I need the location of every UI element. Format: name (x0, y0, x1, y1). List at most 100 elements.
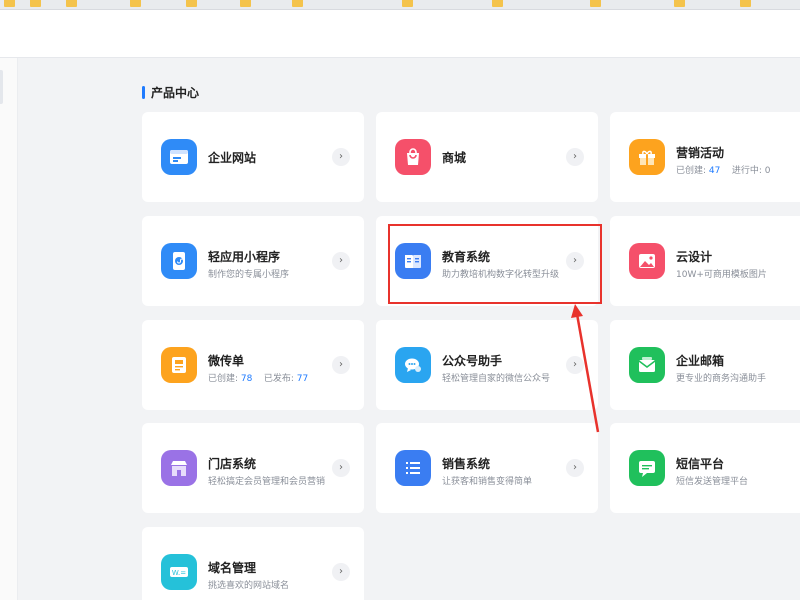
bookmark-item[interactable] (292, 0, 307, 9)
folder-icon (240, 0, 251, 7)
wechat-icon (395, 347, 431, 383)
bookmark-item[interactable] (590, 0, 605, 9)
folder-icon (402, 0, 413, 7)
bookmark-item[interactable] (130, 0, 145, 9)
section-header: 产品中心 (142, 84, 199, 100)
stat-value: 77 (296, 374, 309, 384)
folder-icon (66, 0, 77, 7)
card-stats: 已创建: 47 进行中: 0 (676, 163, 770, 176)
card-arrow-button[interactable]: › (566, 459, 584, 477)
stat-value: 0 (764, 166, 771, 176)
bookmark-item[interactable] (492, 0, 507, 9)
card-stats: 已创建: 78 已发布: 77 (208, 371, 308, 384)
card-title: 微传单 (208, 354, 245, 368)
card-arrow-button[interactable]: › (566, 148, 584, 166)
card-arrow-button[interactable]: › (332, 563, 350, 581)
card-description: 轻松搞定会员管理和会员营销 (208, 477, 326, 487)
card-title: 企业网站 (208, 151, 257, 165)
card-arrow-button[interactable]: › (332, 356, 350, 374)
folder-icon (492, 0, 503, 7)
sms-icon (629, 450, 665, 486)
section-accent-bar (142, 85, 145, 99)
chevron-right-icon: › (339, 566, 343, 577)
product-card-marketing[interactable]: 营销活动 已创建: 47 进行中: 0 › (610, 112, 800, 202)
gift-icon (629, 139, 665, 175)
product-card-cloud-design[interactable]: 云设计 10W+可商用模板图片 › (610, 216, 800, 306)
card-title: 轻应用小程序 (208, 250, 281, 264)
card-description: 轻松管理自家的微信公众号 (442, 374, 551, 384)
section-title: 产品中心 (151, 85, 200, 100)
card-title: 门店系统 (208, 457, 257, 471)
website-icon (161, 139, 197, 175)
card-description: 更专业的商务沟通助手 (676, 374, 767, 384)
product-card-sms[interactable]: 短信平台 短信发送管理平台 › (610, 423, 800, 513)
left-sidebar (0, 58, 18, 600)
sidebar-active-tab[interactable] (0, 70, 3, 104)
product-card-wechat-assistant[interactable]: 公众号助手 轻松管理自家的微信公众号 › (376, 320, 598, 410)
product-card-website[interactable]: 企业网站 › (142, 112, 364, 202)
card-title: 企业邮箱 (676, 354, 725, 368)
folder-icon (590, 0, 601, 7)
stat-label: 已创建: (208, 374, 239, 384)
bookmark-item[interactable] (740, 0, 755, 9)
card-arrow-button[interactable]: › (332, 148, 350, 166)
bookmark-item[interactable] (66, 0, 81, 9)
card-description: 挑选喜欢的网站域名 (208, 581, 290, 591)
chevron-right-icon: › (339, 151, 343, 162)
folder-icon (186, 0, 197, 7)
chevron-right-icon: › (339, 255, 343, 266)
chevron-right-icon: › (573, 359, 577, 370)
card-title: 云设计 (676, 250, 713, 264)
card-title: 短信平台 (676, 457, 725, 471)
folder-icon (4, 0, 15, 7)
bookmark-item[interactable] (186, 0, 201, 9)
chevron-right-icon: › (339, 462, 343, 473)
card-title: 商城 (442, 151, 467, 165)
product-card-enterprise-mail[interactable]: 企业邮箱 更专业的商务沟通助手 › (610, 320, 800, 410)
card-title: 公众号助手 (442, 354, 503, 368)
card-arrow-button[interactable]: › (332, 459, 350, 477)
card-description: 10W+可商用模板图片 (676, 270, 767, 280)
folder-icon (30, 0, 41, 7)
mail-icon (629, 347, 665, 383)
bookmark-item[interactable] (240, 0, 255, 9)
card-title: 营销活动 (676, 146, 725, 160)
image-icon (629, 243, 665, 279)
card-description: 制作您的专属小程序 (208, 270, 290, 280)
highlight-box (388, 224, 602, 304)
bookmark-item[interactable] (30, 0, 45, 9)
bookmark-item[interactable] (402, 0, 417, 9)
chevron-right-icon: › (339, 359, 343, 370)
card-description: 短信发送管理平台 (676, 477, 749, 487)
arrowhead (571, 304, 583, 318)
stat-value: 47 (708, 166, 721, 176)
stat-label: 进行中: (731, 166, 762, 176)
chevron-right-icon: › (573, 151, 577, 162)
card-arrow-button[interactable]: › (332, 252, 350, 270)
list-icon (395, 450, 431, 486)
product-card-store[interactable]: 门店系统 轻松搞定会员管理和会员营销 › (142, 423, 364, 513)
stat-label: 已发布: (263, 374, 294, 384)
card-title: 域名管理 (208, 561, 257, 575)
chevron-right-icon: › (573, 462, 577, 473)
bookmark-item[interactable] (4, 0, 19, 9)
flyer-icon (161, 347, 197, 383)
product-card-sales[interactable]: 销售系统 让获客和销售变得简单 › (376, 423, 598, 513)
product-card-flyer[interactable]: 微传单 已创建: 78 已发布: 77 › (142, 320, 364, 410)
store-icon (161, 450, 197, 486)
folder-icon (740, 0, 751, 7)
folder-icon (292, 0, 303, 7)
product-card-mini-program[interactable]: 轻应用小程序 制作您的专属小程序 › (142, 216, 364, 306)
shopping-bag-icon (395, 139, 431, 175)
card-title: 销售系统 (442, 457, 491, 471)
folder-icon (130, 0, 141, 7)
mini-program-icon (161, 243, 197, 279)
folder-icon (674, 0, 685, 7)
bookmark-item[interactable] (674, 0, 689, 9)
svg-text:W.=: W.= (172, 569, 186, 577)
product-card-domain[interactable]: W.= 域名管理 挑选喜欢的网站域名 › (142, 527, 364, 600)
bookmarks-bar (0, 0, 800, 10)
stat-label: 已创建: (676, 166, 707, 176)
product-card-shop[interactable]: 商城 › (376, 112, 598, 202)
card-arrow-button[interactable]: › (566, 356, 584, 374)
